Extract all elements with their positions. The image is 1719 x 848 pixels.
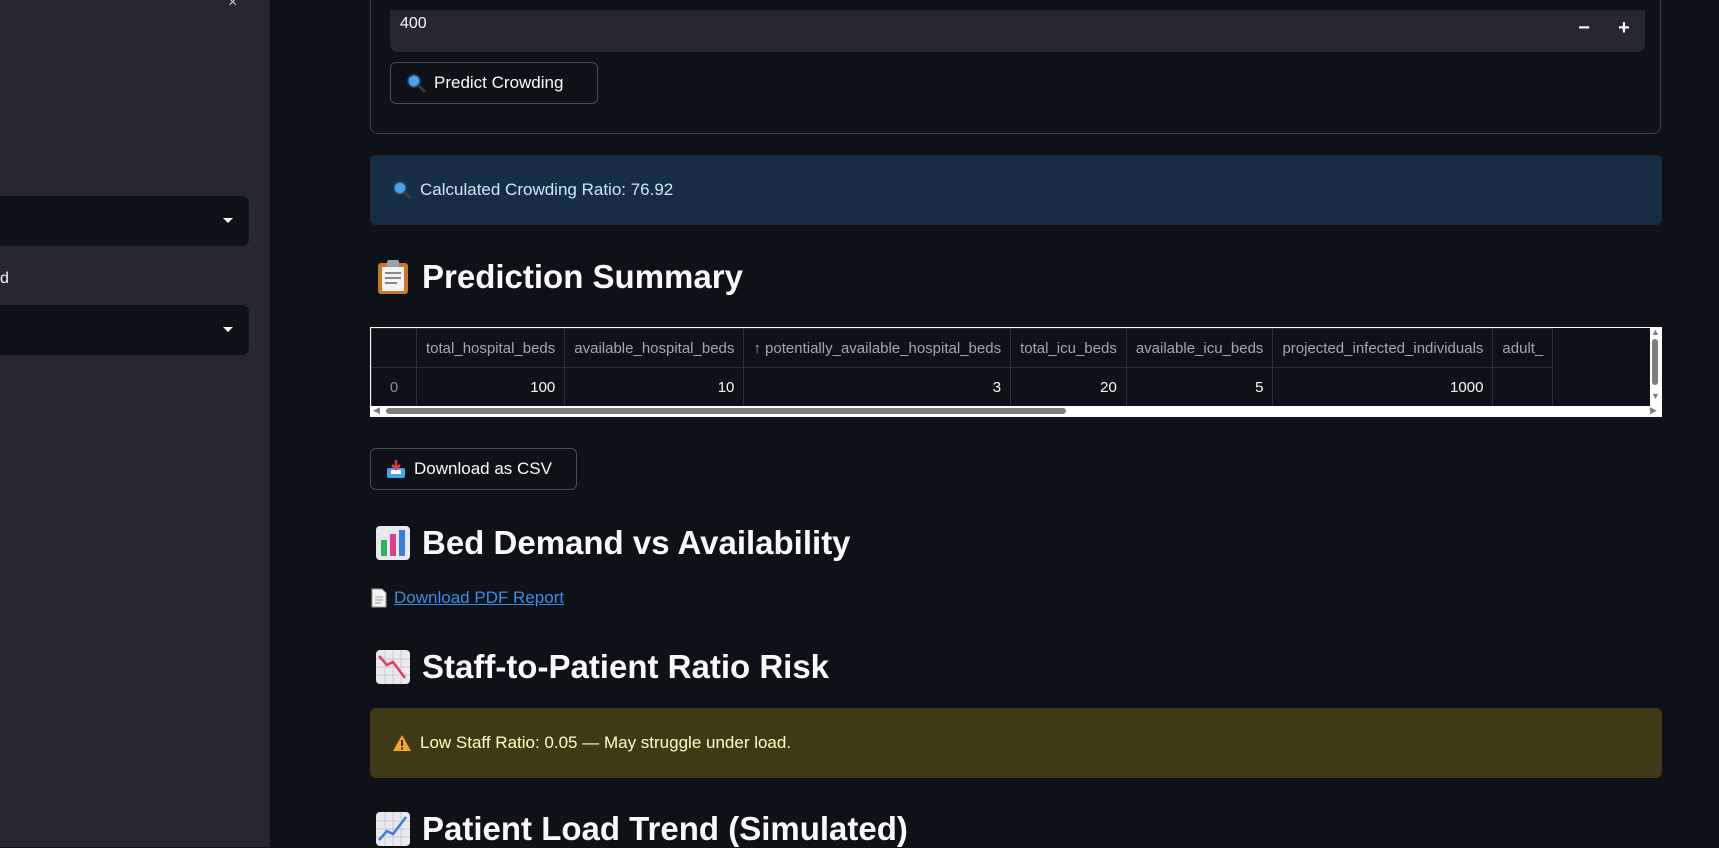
bed-demand-heading: Bed Demand vs Availability [376, 524, 851, 562]
column-header[interactable]: available_icu_beds [1125, 328, 1274, 368]
download-pdf-link[interactable]: Download PDF Report [370, 588, 564, 608]
column-header[interactable]: total_icu_beds [1010, 328, 1127, 368]
crowding-ratio-text: Calculated Crowding Ratio: 76.92 [420, 180, 674, 199]
section-title-staff-ratio: Staff-to-Patient Ratio Risk [422, 648, 830, 685]
column-header[interactable]: total_hospital_beds [415, 328, 566, 368]
inbox-tray-icon [387, 460, 405, 478]
magnifier-icon [407, 74, 426, 93]
sidebar-select-label: d [0, 270, 9, 287]
scroll-down-icon[interactable]: ▼ [1651, 391, 1660, 401]
chevron-down-icon [223, 327, 233, 332]
chevron-down-icon [223, 218, 233, 223]
dataframe-grid: total_hospital_beds available_hospital_be… [371, 328, 1650, 406]
prediction-form: 400 − + Predict Crowding [370, 0, 1661, 134]
staff-ratio-warning-text: Low Staff Ratio: 0.05 — May struggle und… [420, 733, 792, 752]
download-csv-label: Download as CSV [414, 459, 552, 478]
scroll-left-icon[interactable]: ◀ [373, 405, 380, 416]
table-cell[interactable]: 5 [1125, 367, 1274, 406]
table-cell[interactable]: 10 [564, 367, 745, 406]
index-column-header[interactable] [371, 328, 417, 368]
table-cell[interactable]: 100 [415, 367, 566, 406]
table-cell[interactable] [1492, 367, 1554, 406]
column-header[interactable]: projected_infected_individuals [1272, 328, 1494, 368]
staff-ratio-heading: Staff-to-Patient Ratio Risk [376, 648, 829, 686]
chart-decreasing-icon [376, 650, 410, 684]
close-sidebar-icon[interactable]: × [228, 0, 237, 12]
scroll-up-icon[interactable]: ▲ [1651, 327, 1660, 337]
dataframe-table: total_hospital_beds available_hospital_be… [371, 328, 1554, 406]
prediction-summary-heading: Prediction Summary [376, 258, 743, 296]
column-header[interactable]: available_hospital_beds [564, 328, 745, 368]
crowding-ratio-alert: Calculated Crowding Ratio: 76.92 [370, 155, 1662, 225]
predict-crowding-label: Predict Crowding [434, 73, 564, 92]
column-header[interactable]: ↑ potentially_available_hospital_beds [743, 328, 1012, 368]
table-row: 0 100 10 3 20 5 1000 [371, 367, 1554, 406]
bar-chart-icon [376, 526, 410, 560]
page-title: Prediction Summary [422, 258, 743, 295]
sidebar-select-2[interactable] [0, 305, 249, 355]
table-header-row: total_hospital_beds available_hospital_be… [371, 328, 1554, 368]
column-header[interactable]: adult_ [1492, 328, 1554, 368]
download-csv-button[interactable]: Download as CSV [370, 448, 577, 490]
table-cell[interactable]: 1000 [1272, 367, 1494, 406]
sidebar-select-1[interactable] [0, 196, 249, 246]
staff-ratio-warning: Low Staff Ratio: 0.05 — May struggle und… [370, 708, 1662, 778]
sidebar: × d [0, 0, 270, 847]
vertical-scroll-thumb[interactable] [1652, 339, 1658, 385]
chart-increasing-icon [376, 812, 410, 846]
page-icon [371, 588, 387, 608]
section-title-bed-demand: Bed Demand vs Availability [422, 524, 851, 561]
clipboard-icon [378, 260, 408, 294]
predict-crowding-button[interactable]: Predict Crowding [390, 62, 598, 104]
horizontal-scroll-thumb[interactable] [386, 408, 1066, 414]
prediction-dataframe[interactable]: total_hospital_beds available_hospital_be… [370, 327, 1662, 417]
number-input[interactable]: 400 − + [390, 10, 1645, 52]
horizontal-scrollbar[interactable]: ◀ ▶ [372, 405, 1660, 416]
warning-icon [393, 735, 411, 751]
section-title-patient-trend: Patient Load Trend (Simulated) [422, 810, 908, 847]
number-input-value[interactable]: 400 [400, 15, 427, 33]
download-pdf-label: Download PDF Report [394, 588, 565, 607]
magnifier-icon [393, 181, 412, 200]
increment-button[interactable]: + [1607, 13, 1641, 43]
table-cell[interactable]: 3 [743, 367, 1012, 406]
table-cell[interactable]: 20 [1010, 367, 1127, 406]
row-index-cell[interactable]: 0 [371, 367, 417, 406]
patient-trend-heading: Patient Load Trend (Simulated) [376, 810, 908, 848]
table-body: 0 100 10 3 20 5 1000 [371, 367, 1554, 406]
scroll-right-icon[interactable]: ▶ [1650, 405, 1657, 416]
decrement-button[interactable]: − [1567, 13, 1601, 43]
